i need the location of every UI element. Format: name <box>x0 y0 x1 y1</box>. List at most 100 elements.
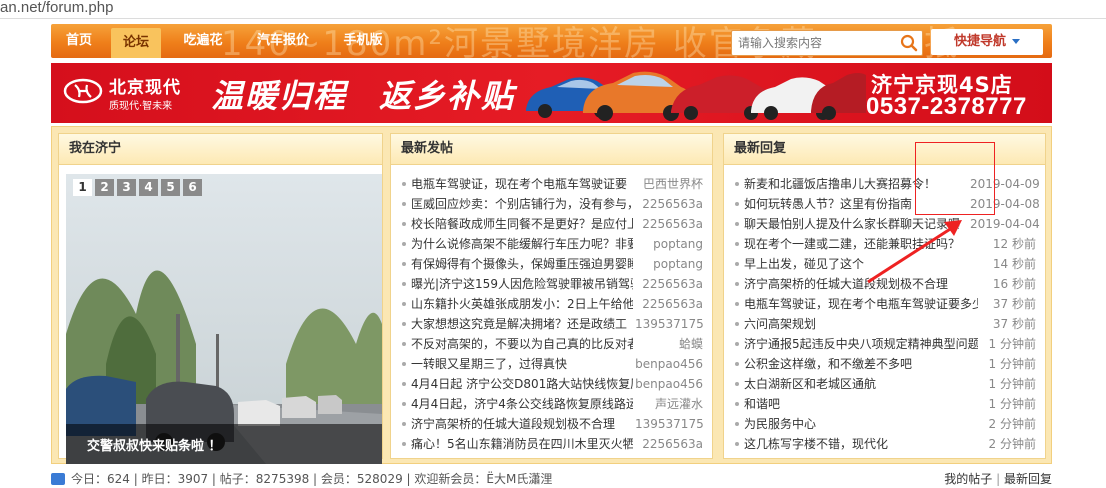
nav-car-price[interactable]: 汽车报价 <box>249 24 317 58</box>
reply-row[interactable]: 六问高架规划 37 秒前 <box>732 314 1036 334</box>
slider-tab-1[interactable]: 1 <box>73 179 92 196</box>
post-title[interactable]: 为什么说修高架不能缓解行车压力呢？非要去 <box>411 234 633 254</box>
slider-tab-4[interactable]: 4 <box>139 179 158 196</box>
post-author[interactable]: 2256563a <box>635 434 703 454</box>
post-title[interactable]: 一转眼又星期三了，过得真快 <box>411 354 633 374</box>
reply-row[interactable]: 和谐吧 1 分钟前 <box>732 394 1036 414</box>
slider-caption-bar[interactable]: 交警叔叔快来贴条啦 ！ <box>66 424 382 464</box>
post-author[interactable]: benpao456 <box>635 374 703 394</box>
post-row[interactable]: 痛心！5名山东籍消防员在四川木里灭火牺 2256563a <box>399 434 703 454</box>
post-title[interactable]: 校长陪餐政成师生同餐不是更好？是应付上 <box>411 214 633 234</box>
bullet-icon <box>735 262 739 266</box>
post-title[interactable]: 匡威回应炒卖：个别店铺行为，没有参与， <box>411 194 633 214</box>
bullet-icon <box>402 362 406 366</box>
slider-tabs: 123456 <box>73 179 205 196</box>
reply-time: 12 秒前 <box>992 237 1036 251</box>
post-title[interactable]: 有保姆得有个摄像头，保姆重压强迫男婴睡觉 <box>411 254 633 274</box>
post-author[interactable]: 蛤蟆 <box>635 334 703 354</box>
reply-title[interactable]: 和谐吧 <box>744 394 978 414</box>
banner-phone: 0537-2378777 <box>866 93 1027 120</box>
hyundai-logo-icon <box>63 78 103 104</box>
post-author[interactable]: poptang <box>635 234 703 254</box>
quick-nav-button[interactable]: 快捷导航 <box>931 29 1043 55</box>
post-title[interactable]: 曝光|济宁这159人因危险驾驶罪被吊销驾驶 <box>411 274 633 294</box>
post-row[interactable]: 不反对高架的，不要以为自己真的比反对者高 蛤蟆 <box>399 334 703 354</box>
photo-slider[interactable]: 123456 交警叔叔快来贴条啦 ！ <box>66 174 382 464</box>
post-author[interactable]: 2256563a <box>635 194 703 214</box>
reply-time: 1 分钟前 <box>988 377 1036 391</box>
post-title[interactable]: 4月4日起，济宁4条公交线路恢复原线路运营 <box>411 394 633 414</box>
post-author[interactable]: 声远灌水 <box>635 394 703 414</box>
chevron-down-icon <box>1012 39 1020 44</box>
post-author[interactable]: 巴西世界杯 <box>635 174 703 194</box>
post-title[interactable]: 山东籍扑火英雄张成朋发小：2日上午给他 <box>411 294 633 314</box>
post-author[interactable]: poptang <box>635 254 703 274</box>
post-title[interactable]: 电瓶车驾驶证，现在考个电瓶车驾驶证要 <box>411 174 633 194</box>
search-icon[interactable] <box>900 34 918 52</box>
browser-url-bar[interactable]: an.net/forum.php <box>0 0 1106 19</box>
reply-time: 37 秒前 <box>992 317 1036 331</box>
banner-brand: 北京现代 <box>109 78 181 98</box>
reply-row[interactable]: 电瓶车驾驶证，现在考个电瓶车驾驶证要多少 37 秒前 <box>732 294 1036 314</box>
post-author[interactable]: 2256563a <box>635 274 703 294</box>
search-box <box>731 30 923 56</box>
post-row[interactable]: 4月4日起 济宁公交D801路大站快线恢复原 benpao456 <box>399 374 703 394</box>
bullet-icon <box>735 402 739 406</box>
bullet-icon <box>402 222 406 226</box>
reply-title[interactable]: 这几栋写字楼不错，现代化 <box>744 434 978 454</box>
reply-title[interactable]: 公积金这样缴，和不缴差不多吧 <box>744 354 978 374</box>
annotation-highlight-box <box>915 142 995 215</box>
post-row[interactable]: 匡威回应炒卖：个别店铺行为，没有参与， 2256563a <box>399 194 703 214</box>
reply-title[interactable]: 六问高架规划 <box>744 314 978 334</box>
post-author[interactable]: benpao456 <box>635 354 703 374</box>
post-row[interactable]: 山东籍扑火英雄张成朋发小：2日上午给他 2256563a <box>399 294 703 314</box>
quick-nav-label: 快捷导航 <box>953 34 1006 49</box>
reply-row[interactable]: 太白湖新区和老城区通航 1 分钟前 <box>732 374 1036 394</box>
post-row[interactable]: 大家想想这究竟是解决拥堵？还是政绩工1395371758 <box>399 314 703 334</box>
reply-title[interactable]: 为民服务中心 <box>744 414 978 434</box>
ad-banner[interactable]: 北京现代 质现代·智未来 温暖归程 返乡补贴 济宁京现4S店 0537-2378… <box>51 63 1052 123</box>
post-row[interactable]: 有保姆得有个摄像头，保姆重压强迫男婴睡觉 poptang <box>399 254 703 274</box>
reply-title[interactable]: 太白湖新区和老城区通航 <box>744 374 978 394</box>
post-row[interactable]: 一转眼又星期三了，过得真快 benpao456 <box>399 354 703 374</box>
nav-forum[interactable]: 论坛 <box>111 28 161 58</box>
post-title[interactable]: 济宁高架桥的任城大道段规划极不合理 <box>411 414 633 434</box>
reply-title[interactable]: 电瓶车驾驶证，现在考个电瓶车驾驶证要多少 <box>744 294 978 314</box>
reply-row[interactable]: 济宁通报5起违反中央八项规定精神典型问题 1 分钟前 <box>732 334 1036 354</box>
slider-tab-3[interactable]: 3 <box>117 179 136 196</box>
reply-row[interactable]: 为民服务中心 2 分钟前 <box>732 414 1036 434</box>
post-row[interactable]: 曝光|济宁这159人因危险驾驶罪被吊销驾驶 2256563a <box>399 274 703 294</box>
post-author[interactable]: 1395371758 <box>635 414 703 434</box>
slider-tab-6[interactable]: 6 <box>183 179 202 196</box>
reply-row[interactable]: 这几栋写字楼不错，现代化 2 分钟前 <box>732 434 1036 454</box>
post-title[interactable]: 不反对高架的，不要以为自己真的比反对者高 <box>411 334 633 354</box>
reply-row[interactable]: 公积金这样缴，和不缴差不多吧 1 分钟前 <box>732 354 1036 374</box>
nav-home[interactable]: 首页 <box>57 24 101 58</box>
bullet-icon <box>735 322 739 326</box>
panel-new-replies: 最新回复 新麦和北疆饭店撸串儿大赛招募令！ 2019-04-09 如何玩转愚人节？这… <box>723 133 1046 459</box>
post-row[interactable]: 为什么说修高架不能缓解行车压力呢？非要去 poptang <box>399 234 703 254</box>
bullet-icon <box>402 302 406 306</box>
stats-links: 我的帖子 | 最新回复 <box>944 470 1052 488</box>
post-title[interactable]: 4月4日起 济宁公交D801路大站快线恢复原 <box>411 374 633 394</box>
search-input[interactable] <box>736 33 900 53</box>
post-title[interactable]: 痛心！5名山东籍消防员在四川木里灭火牺 <box>411 434 633 454</box>
slider-tab-2[interactable]: 2 <box>95 179 114 196</box>
post-author[interactable]: 2256563a <box>635 294 703 314</box>
annotation-arrow-icon <box>867 220 962 284</box>
post-row[interactable]: 济宁高架桥的任城大道段规划极不合理1395371758 <box>399 414 703 434</box>
post-author[interactable]: 2256563a <box>635 214 703 234</box>
reply-title[interactable]: 济宁通报5起违反中央八项规定精神典型问题 <box>744 334 978 354</box>
post-row[interactable]: 4月4日起，济宁4条公交线路恢复原线路运营 声远灌水 <box>399 394 703 414</box>
post-row[interactable]: 校长陪餐政成师生同餐不是更好？是应付上 2256563a <box>399 214 703 234</box>
post-row[interactable]: 电瓶车驾驶证，现在考个电瓶车驾驶证要 巴西世界杯 <box>399 174 703 194</box>
post-title[interactable]: 大家想想这究竟是解决拥堵？还是政绩工 <box>411 314 633 334</box>
post-author[interactable]: 1395371758 <box>635 314 703 334</box>
slider-tab-5[interactable]: 5 <box>161 179 180 196</box>
nav-food[interactable]: 吃遍花 <box>175 24 231 58</box>
url-text: an.net/forum.php <box>0 0 114 16</box>
slider-caption[interactable]: 交警叔叔快来贴条啦 ！ <box>87 435 222 454</box>
forum-content-box: 我在济宁 1 2 3 4 5 6 交警叔叔快来贴条啦 ！ 最新发帖 电瓶车驾驶证… <box>51 126 1052 464</box>
nav-mobile[interactable]: 手机版 <box>335 24 391 58</box>
reply-time: 16 秒前 <box>992 277 1036 291</box>
